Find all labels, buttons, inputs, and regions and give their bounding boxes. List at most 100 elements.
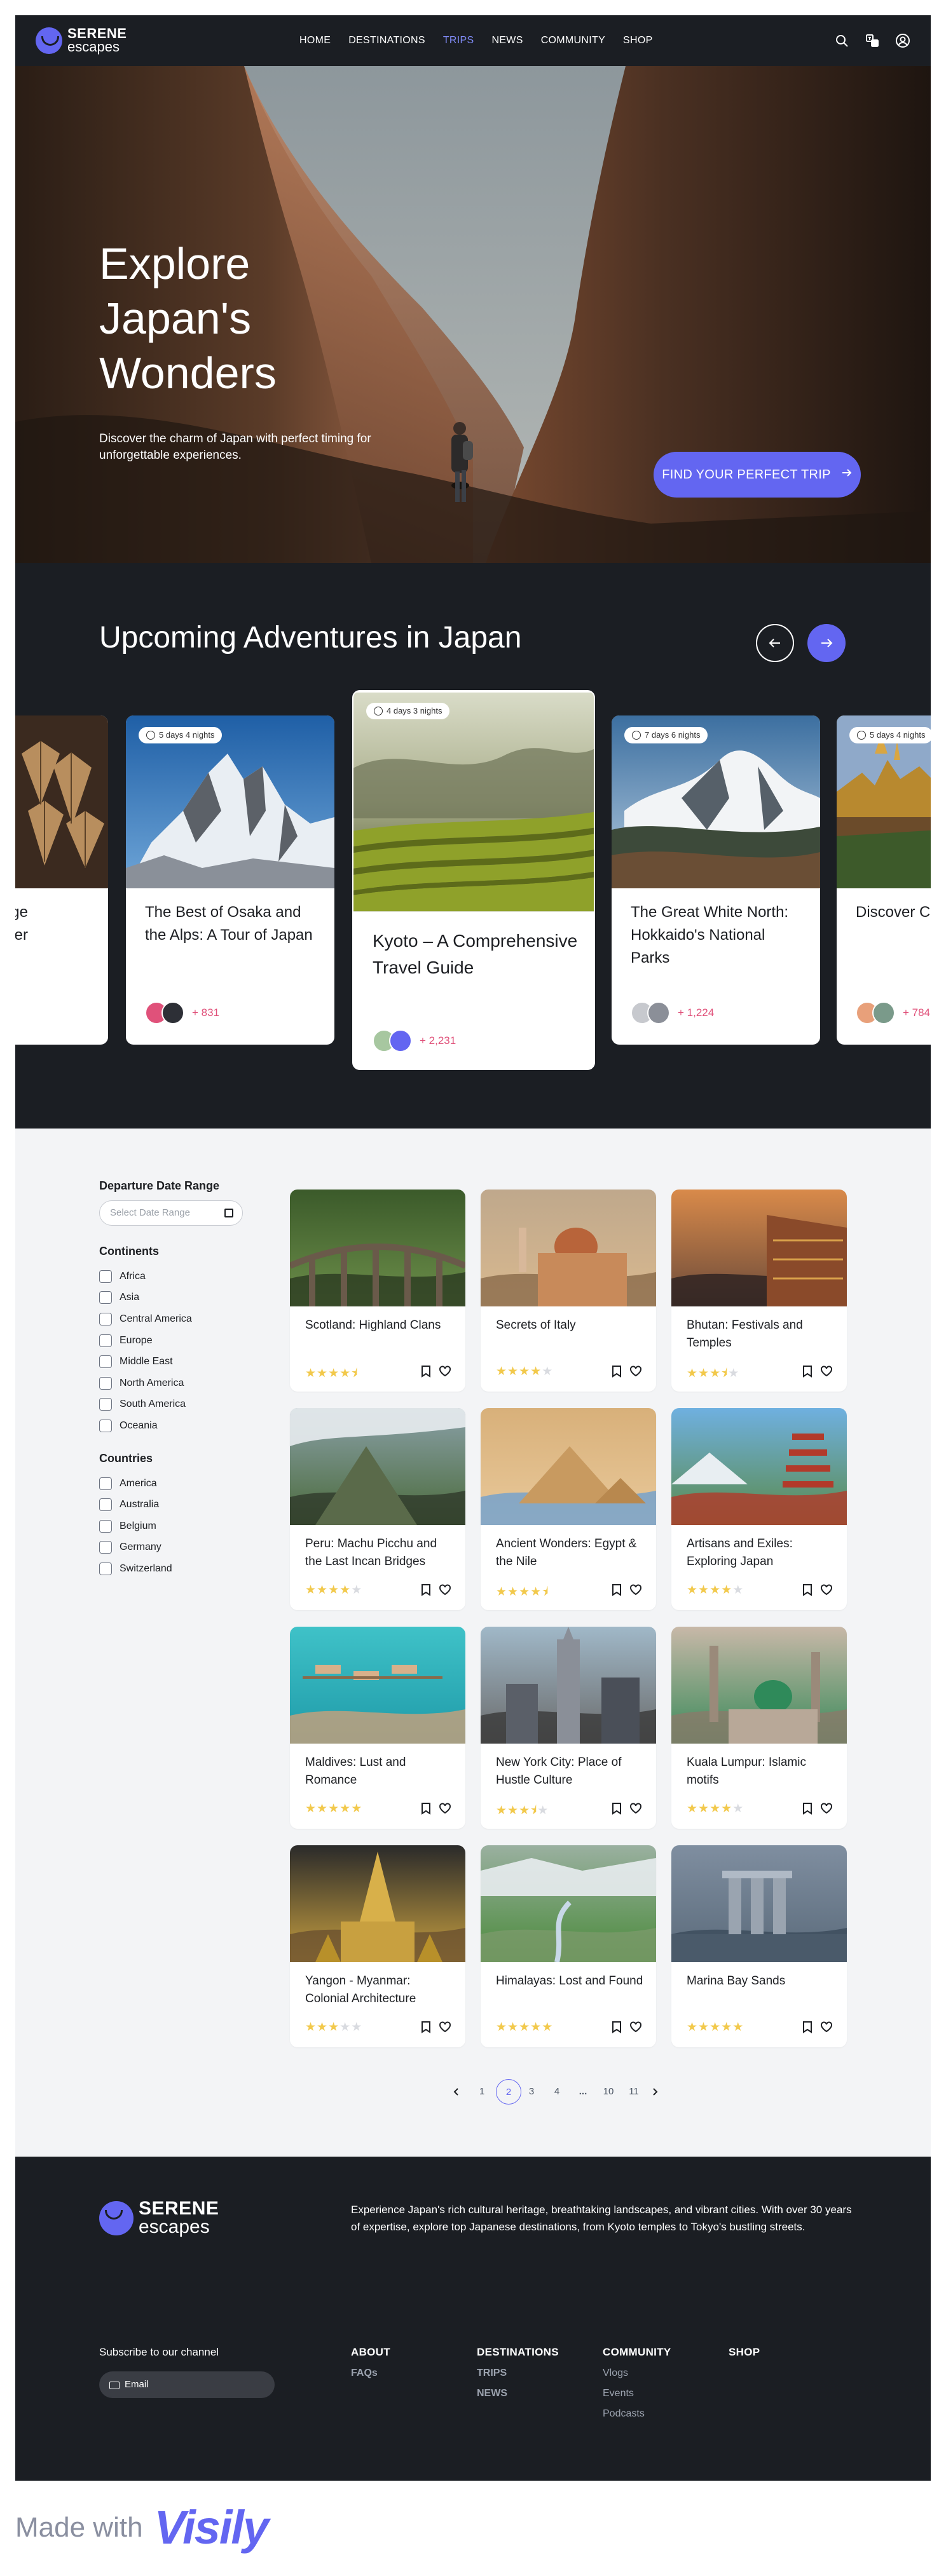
checkbox[interactable]	[99, 1477, 112, 1490]
heart-icon[interactable]	[629, 1366, 642, 1377]
page-1[interactable]: 1	[474, 2079, 490, 2105]
nav-item-trips[interactable]: TRIPS	[443, 35, 474, 46]
bookmark-icon[interactable]	[611, 1802, 622, 1815]
adventure-card[interactable]: 7 days 6 nights The Great White North: H…	[612, 715, 820, 1045]
made-with-badge[interactable]: Made with Visily	[15, 2500, 269, 2554]
trip-card[interactable]: Himalayas: Lost and Found ★★★★★	[481, 1845, 656, 2047]
checkbox[interactable]	[99, 1355, 112, 1369]
page-10[interactable]: 10	[599, 2079, 618, 2105]
nav-item-home[interactable]: HOME	[299, 35, 331, 46]
trip-card[interactable]: Yangon - Myanmar: Colonial Architecture ★…	[290, 1845, 465, 2047]
filter-checkbox[interactable]: Switzerland	[99, 1558, 264, 1580]
checkbox[interactable]	[99, 1562, 112, 1575]
bookmark-icon[interactable]	[802, 1365, 813, 1378]
bookmark-icon[interactable]	[420, 2021, 432, 2033]
adventure-card[interactable]: ue Lounge eather	[15, 715, 108, 1045]
checkbox[interactable]	[99, 1376, 112, 1390]
carousel-prev-button[interactable]	[756, 624, 794, 662]
filter-checkbox[interactable]: America	[99, 1473, 264, 1495]
trip-card[interactable]: Secrets of Italy ★★★★★	[481, 1190, 656, 1392]
filter-checkbox[interactable]: Australia	[99, 1494, 264, 1515]
trip-card[interactable]: Scotland: Highland Clans ★★★★⯨	[290, 1190, 465, 1392]
filter-checkbox[interactable]: Asia	[99, 1287, 264, 1309]
footer-link-events[interactable]: Events	[603, 2388, 671, 2399]
footer-link-faqs[interactable]: FAQs	[351, 2368, 390, 2379]
user-icon[interactable]	[895, 33, 910, 48]
bookmark-icon[interactable]	[420, 1365, 432, 1378]
footer-col-heading[interactable]: DESTINATIONS	[477, 2346, 559, 2359]
trip-card[interactable]: Ancient Wonders: Egypt & the Nile ★★★★⯨	[481, 1408, 656, 1610]
bookmark-icon[interactable]	[802, 1583, 813, 1596]
footer-col-heading[interactable]: ABOUT	[351, 2346, 390, 2359]
bookmark-icon[interactable]	[611, 1365, 622, 1378]
filter-checkbox[interactable]: Germany	[99, 1537, 264, 1559]
checkbox[interactable]	[99, 1541, 112, 1554]
filter-checkbox[interactable]: Europe	[99, 1330, 264, 1352]
heart-icon[interactable]	[629, 1584, 642, 1596]
filter-checkbox[interactable]: Middle East	[99, 1351, 264, 1373]
trip-card[interactable]: Marina Bay Sands ★★★★★	[671, 1845, 847, 2047]
footer-brand-logo[interactable]: SERENE escapes	[99, 2199, 219, 2236]
trip-card[interactable]: Bhutan: Festivals and Temples ★★★⯨★	[671, 1190, 847, 1392]
checkbox[interactable]	[99, 1498, 112, 1512]
adventure-card[interactable]: 4 days 3 nights Kyoto – A Comprehensive …	[352, 690, 595, 1070]
trip-card[interactable]: Maldives: Lust and Romance ★★★★★	[290, 1627, 465, 1829]
trip-card[interactable]: New York City: Place of Hustle Culture ★★…	[481, 1627, 656, 1829]
heart-icon[interactable]	[820, 1366, 833, 1377]
find-trip-button[interactable]: FIND YOUR PERFECT TRIP	[654, 452, 861, 498]
nav-item-news[interactable]: NEWS	[491, 35, 523, 46]
page-4[interactable]: 4	[549, 2079, 565, 2105]
filter-checkbox[interactable]: Belgium	[99, 1515, 264, 1537]
footer-col-heading[interactable]: SHOP	[729, 2346, 760, 2359]
footer-link-news[interactable]: NEWS	[477, 2388, 559, 2399]
filter-checkbox[interactable]: North America	[99, 1373, 264, 1394]
checkbox[interactable]	[99, 1519, 112, 1533]
footer-link-trips[interactable]: TRIPS	[477, 2368, 559, 2379]
heart-icon[interactable]	[439, 1366, 451, 1377]
filter-checkbox[interactable]: Oceania	[99, 1415, 264, 1437]
trip-card[interactable]: Peru: Machu Picchu and the Last Incan Br…	[290, 1408, 465, 1610]
next-page-icon[interactable]	[648, 2079, 661, 2105]
heart-icon[interactable]	[629, 1803, 642, 1814]
checkbox[interactable]	[99, 1312, 112, 1325]
page-3[interactable]: 3	[524, 2079, 539, 2105]
checkbox[interactable]	[99, 1419, 112, 1432]
bookmark-icon[interactable]	[802, 2021, 813, 2033]
adventure-card[interactable]: 5 days 4 nights Discover C Tropical Pa +…	[837, 715, 931, 1045]
heart-icon[interactable]	[820, 2021, 833, 2033]
carousel-next-button[interactable]	[807, 624, 846, 662]
page-11[interactable]: 11	[624, 2079, 643, 2105]
heart-icon[interactable]	[439, 1803, 451, 1814]
heart-icon[interactable]	[820, 1584, 833, 1596]
adventure-card[interactable]: 5 days 4 nights The Best of Osaka and th…	[126, 715, 334, 1045]
heart-icon[interactable]	[439, 1584, 451, 1596]
bookmark-icon[interactable]	[420, 1802, 432, 1815]
bookmark-icon[interactable]	[420, 1583, 432, 1596]
footer-link-podcasts[interactable]: Podcasts	[603, 2408, 671, 2420]
trip-card[interactable]: Kuala Lumpur: Islamic motifs ★★★★★	[671, 1627, 847, 1829]
translate-icon[interactable]	[865, 33, 880, 48]
date-range-input[interactable]: Select Date Range	[99, 1200, 243, 1226]
heart-icon[interactable]	[820, 1803, 833, 1814]
heart-icon[interactable]	[629, 2021, 642, 2033]
prev-page-icon[interactable]	[450, 2079, 463, 2105]
checkbox[interactable]	[99, 1291, 112, 1305]
checkbox[interactable]	[99, 1270, 112, 1283]
nav-item-community[interactable]: COMMUNITY	[541, 35, 605, 46]
bookmark-icon[interactable]	[802, 1802, 813, 1815]
filter-checkbox[interactable]: Africa	[99, 1266, 264, 1287]
brand-logo[interactable]: SERENE escapes	[36, 27, 127, 54]
page-2[interactable]: 2	[496, 2079, 521, 2105]
checkbox[interactable]	[99, 1334, 112, 1347]
filter-checkbox[interactable]: South America	[99, 1394, 264, 1416]
footer-col-heading[interactable]: COMMUNITY	[603, 2346, 671, 2359]
footer-link-vlogs[interactable]: Vlogs	[603, 2368, 671, 2379]
heart-icon[interactable]	[439, 2021, 451, 2033]
search-icon[interactable]	[834, 33, 849, 48]
filter-checkbox[interactable]: Central America	[99, 1308, 264, 1330]
checkbox[interactable]	[99, 1398, 112, 1411]
bookmark-icon[interactable]	[611, 1583, 622, 1596]
email-field[interactable]: Email	[99, 2371, 275, 2398]
bookmark-icon[interactable]	[611, 2021, 622, 2033]
nav-item-destinations[interactable]: DESTINATIONS	[348, 35, 425, 46]
